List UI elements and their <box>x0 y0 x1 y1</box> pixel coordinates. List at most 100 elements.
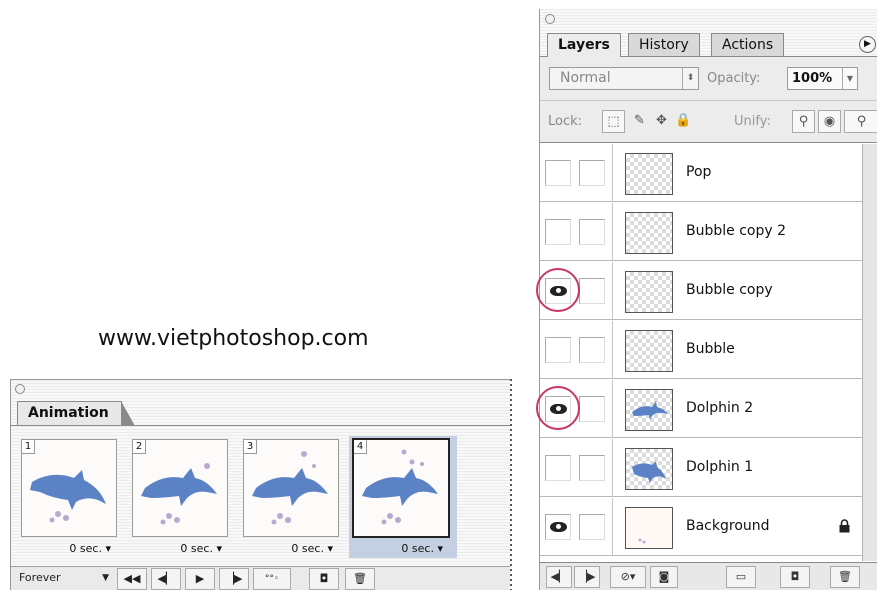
link-toggle[interactable] <box>579 278 605 304</box>
frame-number: 4 <box>354 440 367 454</box>
duplicate-frame-icon[interactable]: ◘ <box>309 568 339 590</box>
layers-bottom-toolbar: ◀▏ ▕▶ ⊘▾ ◙ ▭ ◘ 🗑 <box>540 562 877 590</box>
previous-frame-icon[interactable]: ◀▏ <box>151 568 181 590</box>
layer-mask-icon[interactable]: ◙ <box>650 566 678 588</box>
frame-delay-select[interactable]: 0 sec. ▾ <box>349 542 453 555</box>
tween-icon[interactable]: °°◦ <box>253 568 291 590</box>
column-divider <box>612 144 613 202</box>
dolphin-image <box>30 470 106 523</box>
layer-row-dolphin-2[interactable]: Dolphin 2 <box>540 380 862 438</box>
link-toggle[interactable] <box>579 160 605 186</box>
watermark-text: www.vietphotoshop.com <box>98 326 369 351</box>
visibility-toggle[interactable] <box>545 160 571 186</box>
lock-all-icon[interactable]: 🔒 <box>672 110 695 133</box>
lock-image-icon[interactable]: ✎ <box>628 110 651 133</box>
visibility-toggle[interactable] <box>545 455 571 481</box>
layers-panel: Layers History Actions ▶ Normal ⬍ Opacit… <box>536 9 877 590</box>
layer-list: Pop Bubble copy 2 Bubble copy Bubble Dol… <box>536 144 862 561</box>
animation-frame-1[interactable]: 1 0 sec. ▾ <box>17 436 121 558</box>
layer-name: Bubble copy <box>686 282 773 298</box>
frame-thumbnail: 2 <box>132 439 228 537</box>
layer-name: Dolphin 1 <box>686 459 754 475</box>
unify-visibility-icon[interactable]: ◉ <box>818 110 841 133</box>
layer-name: Dolphin 2 <box>686 400 754 416</box>
dolphin-image <box>252 451 328 525</box>
unify-style-icon[interactable]: ⚲ <box>844 110 877 133</box>
layer-row-pop[interactable]: Pop <box>540 144 862 202</box>
column-divider <box>612 203 613 261</box>
link-toggle[interactable] <box>579 514 605 540</box>
frame-thumbnail: 1 <box>21 439 117 537</box>
highlight-circle <box>536 268 580 312</box>
dolphin-image <box>362 449 438 525</box>
link-toggle[interactable] <box>579 219 605 245</box>
layer-thumbnail <box>625 153 673 195</box>
panel-grip-icon[interactable] <box>545 14 555 24</box>
panel-edge-divider <box>510 379 512 590</box>
layer-style-icon[interactable]: ⊘▾ <box>610 566 646 588</box>
layer-row-bubble-copy[interactable]: Bubble copy <box>540 262 862 320</box>
lock-icon <box>839 519 850 533</box>
column-divider <box>612 380 613 438</box>
new-layer-icon[interactable]: ◘ <box>780 566 810 588</box>
layer-row-bubble[interactable]: Bubble <box>540 321 862 379</box>
visibility-toggle[interactable] <box>545 337 571 363</box>
animation-frame-3[interactable]: 3 0 sec. ▾ <box>239 436 343 558</box>
frame-delay-select[interactable]: 0 sec. ▾ <box>239 542 343 555</box>
layer-list-scrollbar[interactable] <box>862 144 877 561</box>
link-toggle[interactable] <box>579 455 605 481</box>
play-icon[interactable]: ▶ <box>185 568 215 590</box>
dolphin-thumbnail-icon <box>632 461 666 483</box>
first-frame-icon[interactable]: ◀◀ <box>117 568 147 590</box>
layer-row-background[interactable]: Background <box>540 498 862 556</box>
unify-label: Unify: <box>734 114 771 129</box>
layer-name: Pop <box>686 164 712 180</box>
frame-delay-select[interactable]: 0 sec. ▾ <box>128 542 232 555</box>
animation-frame-2[interactable]: 2 0 sec. ▾ <box>128 436 232 558</box>
loop-options-select[interactable]: Forever ▼ <box>13 568 113 590</box>
tab-layers[interactable]: Layers <box>547 33 621 57</box>
panel-grip-icon[interactable] <box>15 384 25 394</box>
layer-name: Bubble copy 2 <box>686 223 786 239</box>
visibility-toggle[interactable] <box>545 219 571 245</box>
layer-row-bubble-copy-2[interactable]: Bubble copy 2 <box>540 203 862 261</box>
layer-row-dolphin-1[interactable]: Dolphin 1 <box>540 439 862 497</box>
new-group-icon[interactable]: ▭ <box>726 566 756 588</box>
delete-layer-icon[interactable]: 🗑 <box>830 566 860 588</box>
visibility-toggle[interactable] <box>545 514 571 540</box>
opacity-field[interactable]: 100% ▼ <box>787 67 858 90</box>
layer-thumbnail <box>625 330 673 372</box>
previous-frame-icon[interactable]: ◀▏ <box>546 566 572 588</box>
dolphin-image <box>141 463 217 525</box>
panel-menu-icon[interactable]: ▶ <box>859 36 876 53</box>
tab-animation[interactable]: Animation <box>17 401 135 426</box>
animation-frame-4[interactable]: 4 0 sec. ▾ <box>349 436 457 558</box>
frame-number: 1 <box>22 440 35 454</box>
column-divider <box>612 498 613 556</box>
animation-toolbar: Forever ▼ ◀◀ ◀▏ ▶ ▕▶ °°◦ ◘ 🗑 <box>11 566 510 590</box>
link-toggle[interactable] <box>579 337 605 363</box>
layer-thumbnail <box>625 507 673 549</box>
lock-transparency-icon[interactable]: ⬚ <box>602 110 625 133</box>
blend-mode-select[interactable]: Normal ⬍ <box>549 67 699 90</box>
column-divider <box>612 321 613 379</box>
frame-number: 3 <box>244 440 257 454</box>
unify-position-icon[interactable]: ⚲ <box>792 110 815 133</box>
link-toggle[interactable] <box>579 396 605 422</box>
layer-thumbnail <box>625 389 673 431</box>
pebbles-thumbnail-icon <box>638 538 646 544</box>
layer-name: Bubble <box>686 341 735 357</box>
eye-icon <box>550 522 567 532</box>
next-frame-icon[interactable]: ▕▶ <box>574 566 600 588</box>
layer-thumbnail <box>625 271 673 313</box>
frame-thumbnail: 3 <box>243 439 339 537</box>
layer-thumbnail <box>625 212 673 254</box>
tab-history[interactable]: History <box>628 33 700 57</box>
delete-frame-icon[interactable]: 🗑 <box>345 568 375 590</box>
frame-thumbnail: 4 <box>352 438 450 538</box>
next-frame-icon[interactable]: ▕▶ <box>219 568 249 590</box>
lock-position-icon[interactable]: ✥ <box>650 110 673 133</box>
frame-delay-select[interactable]: 0 sec. ▾ <box>17 542 121 555</box>
frame-number: 2 <box>133 440 146 454</box>
tab-actions[interactable]: Actions <box>711 33 785 57</box>
